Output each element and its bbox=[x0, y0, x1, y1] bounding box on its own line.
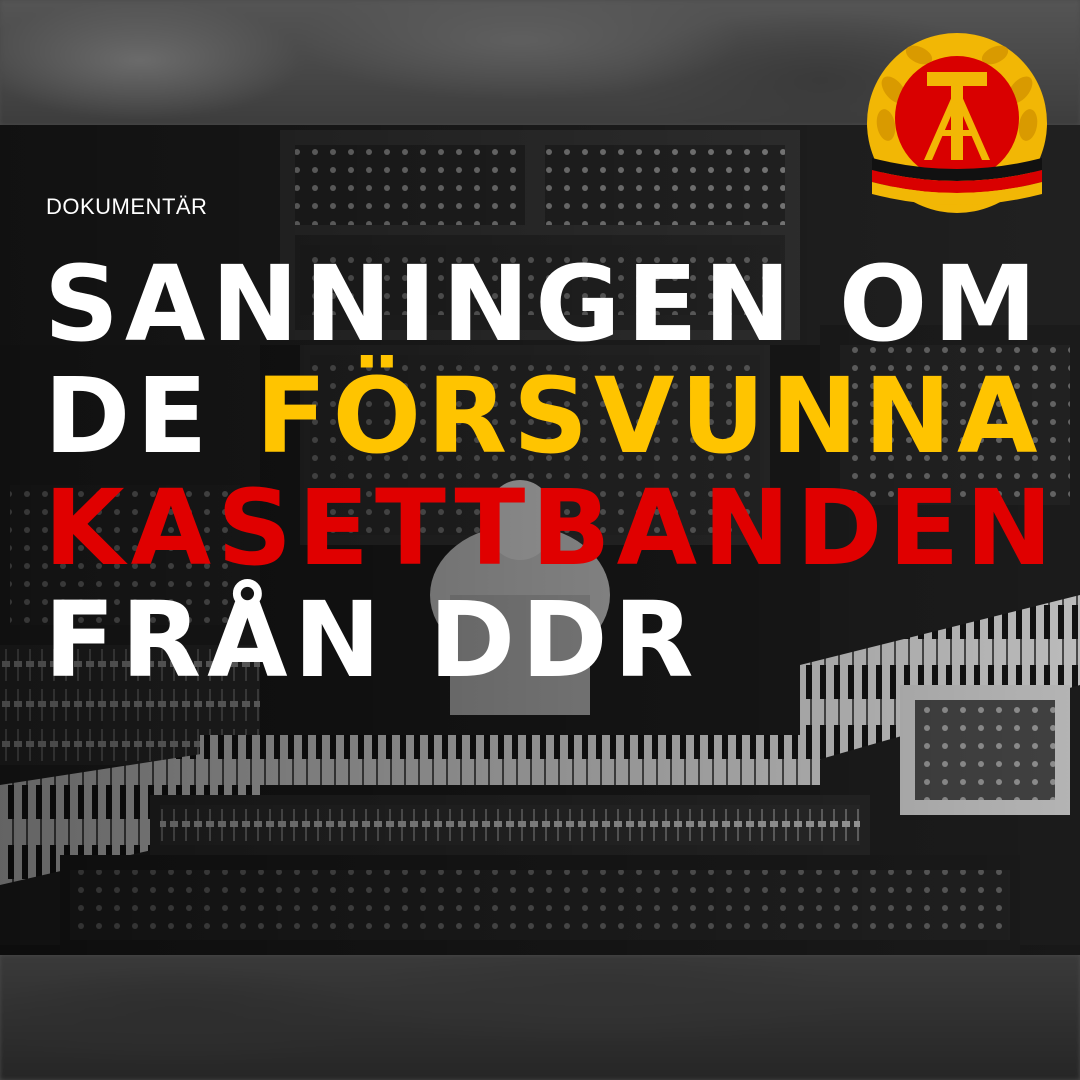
ddr-emblem-icon bbox=[864, 30, 1050, 216]
headline: SANNINGEN OM DE FÖRSVUNNA KASETTBANDEN F… bbox=[44, 248, 1059, 696]
headline-line-2-yellow: FÖRSVUNNA bbox=[255, 355, 1044, 477]
headline-line-3: KASETTBANDEN bbox=[44, 467, 1059, 589]
headline-line-2-white: DE bbox=[44, 355, 256, 477]
headline-line-1: SANNINGEN OM bbox=[44, 243, 1043, 365]
blurred-frame-bottom bbox=[0, 955, 1080, 1080]
headline-line-4: FRÅN DDR bbox=[44, 579, 700, 701]
category-label: DOKUMENTÄR bbox=[46, 194, 208, 219]
headline-line-2: DE FÖRSVUNNA bbox=[44, 360, 1059, 472]
